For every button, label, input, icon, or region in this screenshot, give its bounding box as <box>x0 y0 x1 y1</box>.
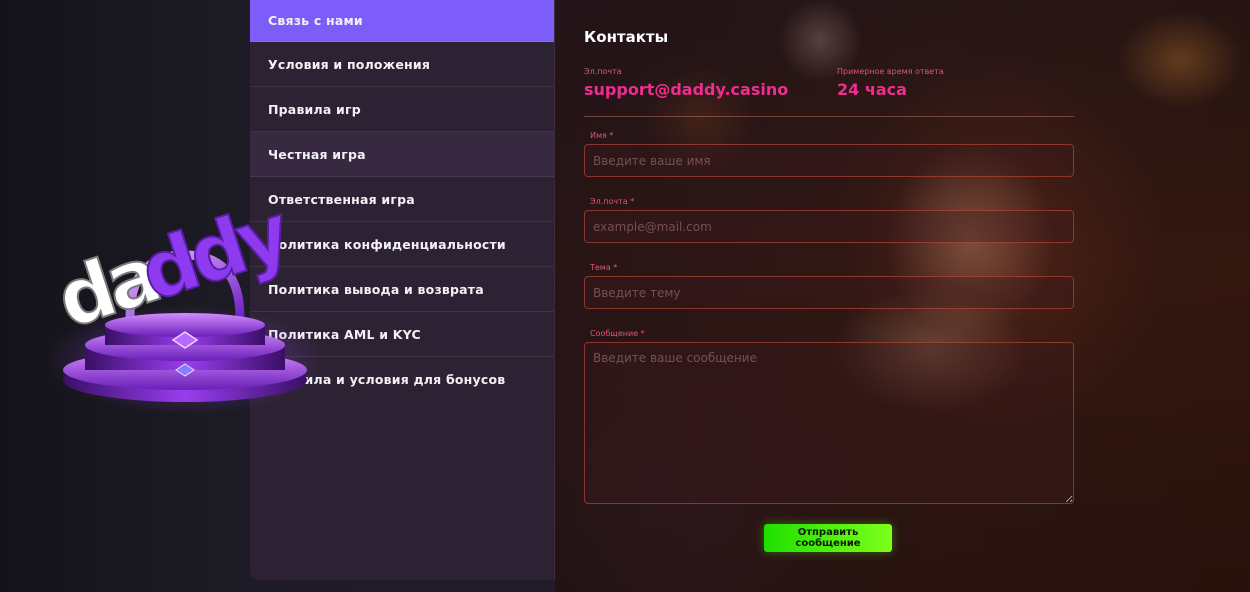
email-label: Эл.почта * <box>590 197 635 206</box>
message-label: Сообщение * <box>590 329 645 338</box>
name-label: Имя * <box>590 131 614 140</box>
sidebar-item-label: Правила игр <box>268 101 361 117</box>
sidebar-item-terms[interactable]: Условия и положения <box>250 42 554 87</box>
sidebar-item-label: Условия и положения <box>268 56 431 72</box>
daddy-logo: da ddy <box>45 186 320 415</box>
support-email[interactable]: support@daddy.casino <box>584 80 788 99</box>
message-textarea[interactable] <box>584 342 1074 504</box>
email-meta-label: Эл.почта <box>584 67 622 76</box>
response-time-value: 24 часа <box>837 80 907 99</box>
contacts-panel: Контакты Эл.почта support@daddy.casino П… <box>584 0 1074 560</box>
divider <box>584 116 1074 117</box>
logo-text-ddy: ddy <box>130 187 300 319</box>
subject-label: Тема * <box>590 263 618 272</box>
name-input[interactable] <box>584 144 1074 177</box>
response-time-label: Примерное время ответа <box>837 67 944 76</box>
sidebar-item-game-rules[interactable]: Правила игр <box>250 87 554 132</box>
email-input[interactable] <box>584 210 1074 243</box>
sidebar-item-contact-us[interactable]: Связь с нами <box>250 0 554 42</box>
contacts-title: Контакты <box>584 28 669 46</box>
sidebar-item-label: Связь с нами <box>268 13 363 28</box>
subject-input[interactable] <box>584 276 1074 309</box>
send-message-button[interactable]: Отправить сообщение <box>764 524 892 552</box>
logo-wordmark-accent: ddy <box>129 186 301 320</box>
page: Связь с нами Условия и положения Правила… <box>0 0 1250 592</box>
